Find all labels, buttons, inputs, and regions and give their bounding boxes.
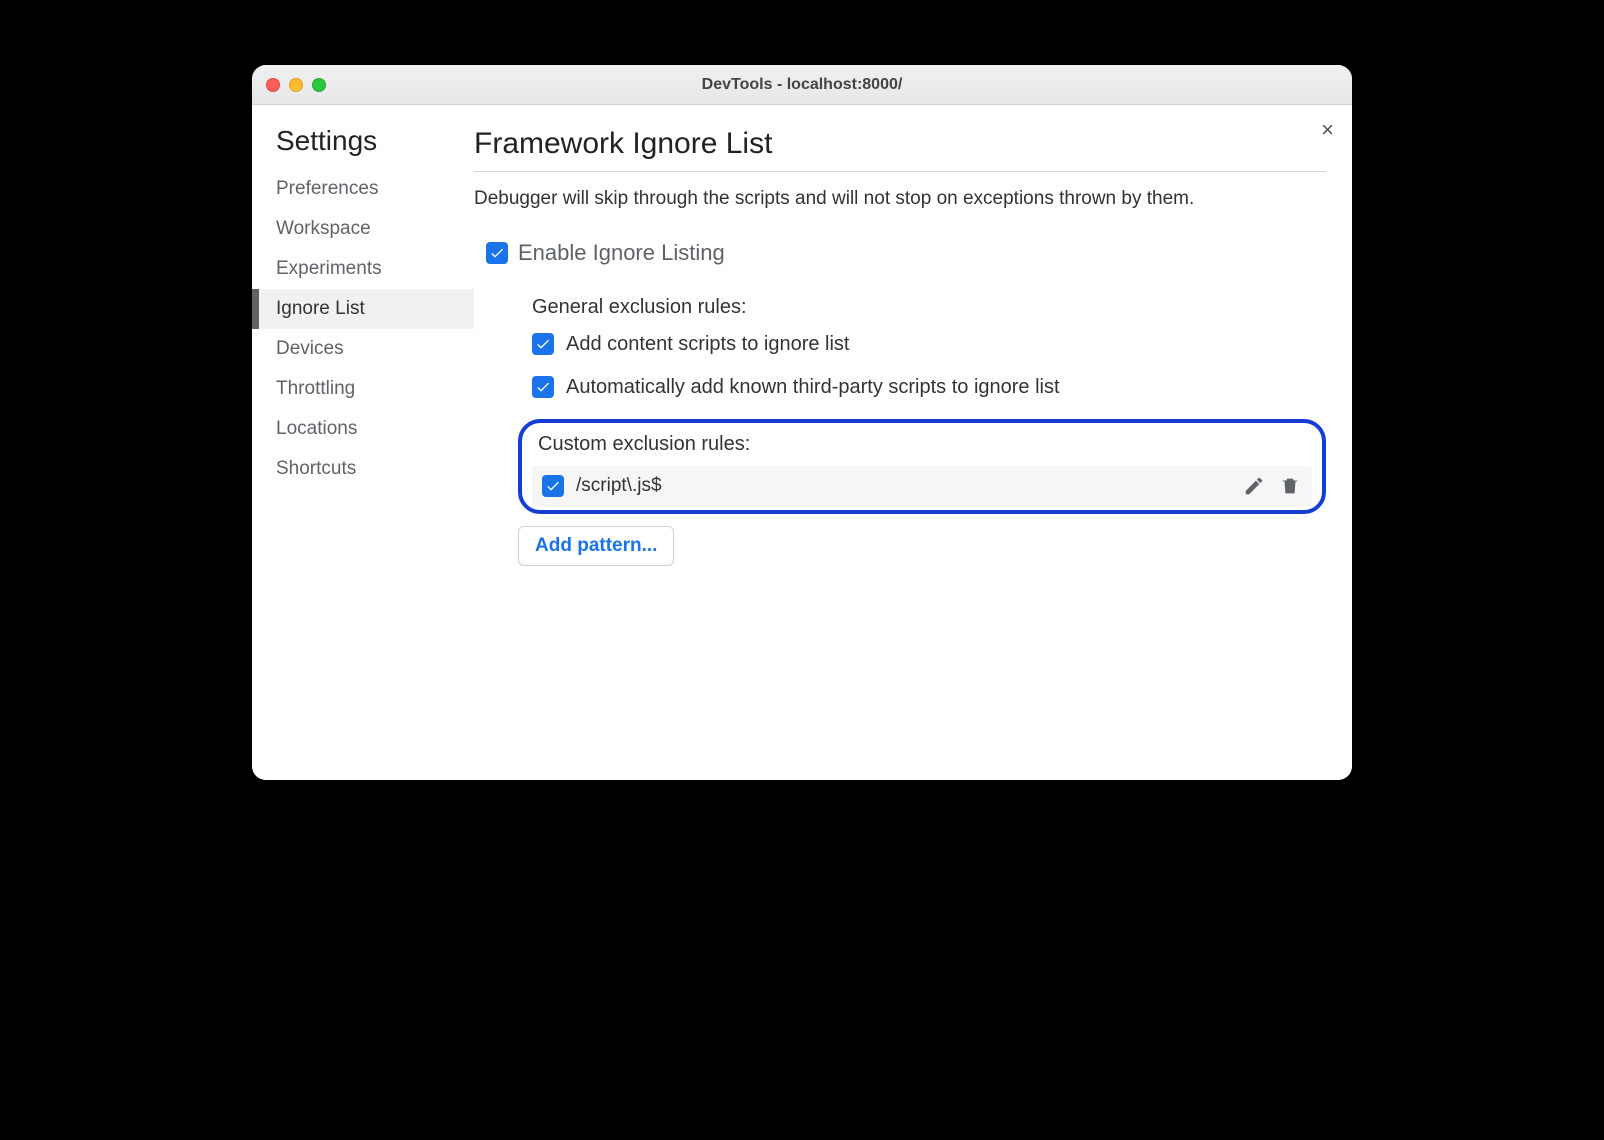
custom-rules-title: Custom exclusion rules: — [538, 433, 1312, 456]
sidebar-item-preferences[interactable]: Preferences — [252, 169, 474, 209]
devtools-window: DevTools - localhost:8000/ × Settings Pr… — [252, 65, 1352, 780]
pencil-icon — [1243, 475, 1265, 497]
settings-body: × Settings Preferences Workspace Experim… — [252, 105, 1352, 780]
content-scripts-rule-row: Add content scripts to ignore list — [532, 333, 1326, 356]
custom-rule-checkbox[interactable] — [542, 475, 564, 497]
trash-icon — [1279, 475, 1301, 497]
sidebar-item-locations[interactable]: Locations — [252, 409, 474, 449]
content-scripts-checkbox[interactable] — [532, 333, 554, 355]
add-pattern-label: Add pattern... — [535, 535, 657, 556]
general-rules-title: General exclusion rules: — [532, 296, 1326, 319]
sidebar-item-label: Locations — [276, 418, 357, 439]
sidebar-item-label: Workspace — [276, 218, 371, 239]
edit-rule-button[interactable] — [1242, 474, 1266, 498]
sidebar-item-ignore-list[interactable]: Ignore List — [252, 289, 474, 329]
delete-rule-button[interactable] — [1278, 474, 1302, 498]
enable-ignore-listing-checkbox[interactable] — [486, 242, 508, 264]
sidebar-item-shortcuts[interactable]: Shortcuts — [252, 449, 474, 489]
custom-rule-row: /script\.js$ — [532, 466, 1312, 506]
sidebar-item-label: Devices — [276, 338, 344, 359]
window-titlebar: DevTools - localhost:8000/ — [252, 65, 1352, 105]
close-settings-button[interactable]: × — [1321, 119, 1334, 141]
traffic-lights — [266, 78, 326, 92]
check-icon — [535, 336, 551, 352]
window-zoom-button[interactable] — [312, 78, 326, 92]
check-icon — [545, 478, 561, 494]
third-party-rule-row: Automatically add known third-party scri… — [532, 376, 1326, 399]
settings-sidebar: Settings Preferences Workspace Experimen… — [252, 105, 474, 780]
third-party-label: Automatically add known third-party scri… — [566, 376, 1060, 399]
sidebar-item-devices[interactable]: Devices — [252, 329, 474, 369]
general-rules-section: General exclusion rules: Add content scr… — [532, 296, 1326, 399]
check-icon — [535, 379, 551, 395]
window-minimize-button[interactable] — [289, 78, 303, 92]
sidebar-item-workspace[interactable]: Workspace — [252, 209, 474, 249]
enable-ignore-listing-label: Enable Ignore Listing — [518, 240, 725, 266]
add-pattern-button[interactable]: Add pattern... — [518, 526, 674, 566]
enable-ignore-listing-row: Enable Ignore Listing — [486, 240, 1326, 266]
custom-rules-highlight: Custom exclusion rules: /script\.js$ — [518, 419, 1326, 514]
window-title: DevTools - localhost:8000/ — [252, 76, 1352, 94]
sidebar-item-label: Shortcuts — [276, 458, 356, 479]
check-icon — [489, 245, 505, 261]
sidebar-item-experiments[interactable]: Experiments — [252, 249, 474, 289]
third-party-checkbox[interactable] — [532, 376, 554, 398]
content-scripts-label: Add content scripts to ignore list — [566, 333, 849, 356]
sidebar-item-label: Preferences — [276, 178, 378, 199]
sidebar-item-label: Throttling — [276, 378, 355, 399]
sidebar-title: Settings — [252, 125, 474, 169]
custom-rule-pattern: /script\.js$ — [576, 475, 1230, 497]
sidebar-item-throttling[interactable]: Throttling — [252, 369, 474, 409]
page-title: Framework Ignore List — [474, 127, 1326, 172]
window-close-button[interactable] — [266, 78, 280, 92]
settings-main: Framework Ignore List Debugger will skip… — [474, 105, 1352, 780]
page-description: Debugger will skip through the scripts a… — [474, 186, 1326, 212]
sidebar-item-label: Experiments — [276, 258, 382, 279]
sidebar-item-label: Ignore List — [276, 298, 365, 319]
